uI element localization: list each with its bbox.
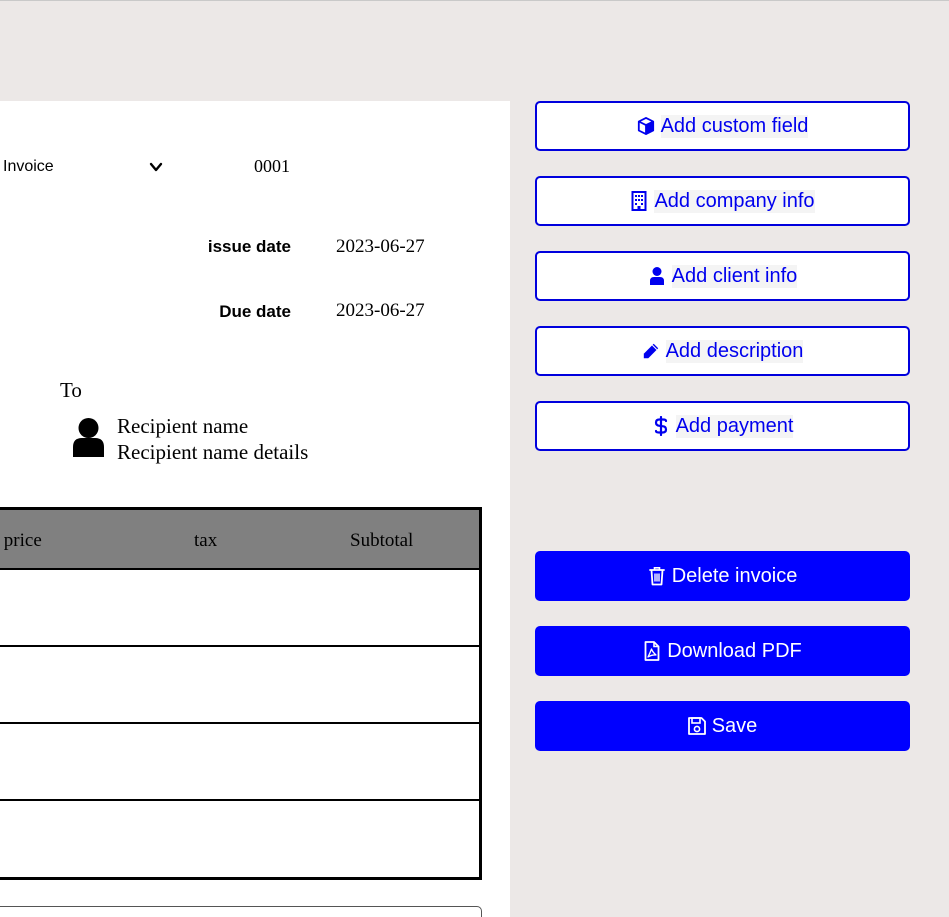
items-table: nit price tax Subtotal bbox=[0, 507, 482, 880]
items-table-header: nit price tax Subtotal bbox=[0, 510, 479, 570]
invoice-paper: Invoice 0001 issue date 2023-06-27 Due d… bbox=[0, 101, 510, 917]
dollar-icon bbox=[654, 416, 667, 436]
invoice-number[interactable]: 0001 bbox=[254, 156, 290, 177]
add-custom-field-label: Add custom field bbox=[660, 114, 809, 138]
issue-date-label: issue date bbox=[207, 237, 291, 256]
user-icon bbox=[649, 267, 664, 285]
table-row[interactable] bbox=[0, 801, 479, 878]
document-type-select[interactable]: Invoice bbox=[3, 158, 163, 178]
notes-field[interactable] bbox=[0, 906, 482, 917]
document-type-value: Invoice bbox=[3, 158, 54, 175]
cube-icon bbox=[637, 117, 654, 135]
add-custom-field-button[interactable]: Add custom field bbox=[535, 101, 910, 151]
table-row[interactable] bbox=[0, 647, 479, 724]
table-row[interactable] bbox=[0, 570, 479, 647]
save-button[interactable]: Save bbox=[535, 701, 910, 751]
add-client-info-label: Add client info bbox=[671, 264, 798, 288]
add-description-label: Add description bbox=[665, 339, 804, 363]
add-company-info-button[interactable]: Add company info bbox=[535, 176, 910, 226]
pencil-icon bbox=[643, 343, 658, 359]
to-label: To bbox=[60, 378, 82, 402]
add-company-info-label: Add company info bbox=[654, 189, 815, 213]
download-pdf-button[interactable]: Download PDF bbox=[535, 626, 910, 676]
due-date-label: Due date bbox=[219, 302, 291, 321]
trash-icon bbox=[648, 567, 665, 586]
floppy-icon bbox=[687, 717, 706, 735]
recipient-name[interactable]: Recipient name bbox=[117, 414, 248, 439]
save-label: Save bbox=[711, 714, 758, 737]
recipient-details[interactable]: Recipient name details bbox=[117, 440, 308, 465]
user-icon bbox=[73, 418, 104, 457]
due-date-value[interactable]: 2023-06-27 bbox=[336, 300, 425, 322]
table-row[interactable] bbox=[0, 724, 479, 801]
add-payment-button[interactable]: Add payment bbox=[535, 401, 910, 451]
chevron-down-icon bbox=[149, 162, 163, 172]
column-unit-price: nit price bbox=[0, 530, 42, 551]
file-pdf-icon bbox=[644, 641, 660, 661]
column-subtotal: Subtotal bbox=[350, 530, 414, 551]
delete-invoice-button[interactable]: Delete invoice bbox=[535, 551, 910, 601]
delete-invoice-label: Delete invoice bbox=[671, 564, 798, 587]
add-description-button[interactable]: Add description bbox=[535, 326, 910, 376]
building-icon bbox=[631, 191, 647, 211]
add-payment-label: Add payment bbox=[675, 414, 794, 438]
column-tax: tax bbox=[194, 530, 218, 551]
issue-date-value[interactable]: 2023-06-27 bbox=[336, 236, 425, 258]
download-pdf-label: Download PDF bbox=[667, 639, 802, 662]
add-client-info-button[interactable]: Add client info bbox=[535, 251, 910, 301]
